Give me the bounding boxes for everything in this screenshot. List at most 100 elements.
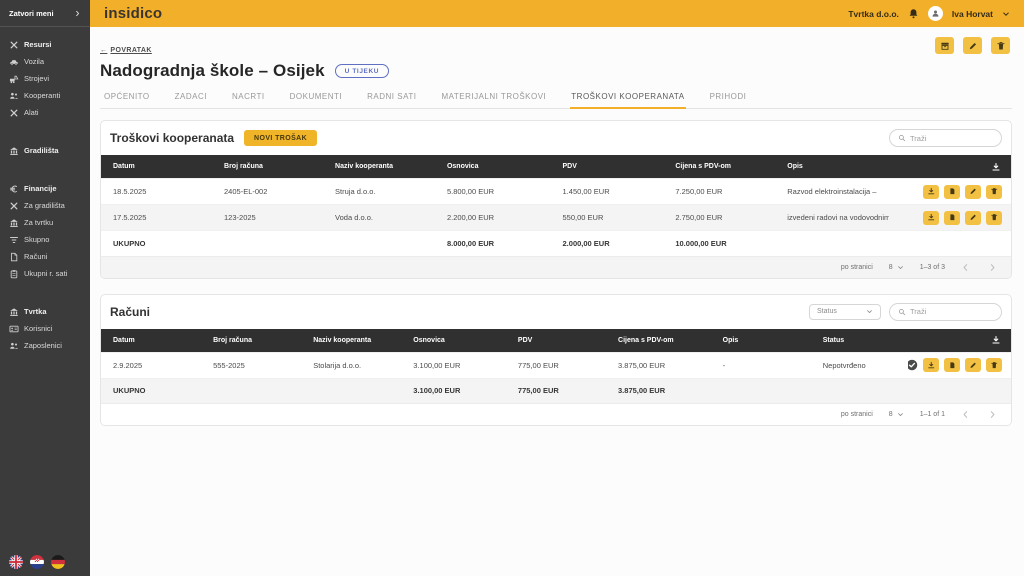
cell-cijena: 7.250,00 EUR (663, 179, 775, 205)
sidebar-item-vozila[interactable]: Vozila (0, 53, 90, 70)
close-menu-label: Zatvori meni (9, 9, 54, 18)
total-cijena: 10.000,00 EUR (663, 231, 775, 256)
total-row: UKUPNO 8.000,00 EUR 2.000,00 EUR 10.000,… (101, 231, 1011, 256)
edit-row-button[interactable] (965, 358, 981, 372)
sidebar-item-zaposlenici[interactable]: Zaposlenici (0, 337, 90, 354)
per-page-select[interactable]: 8 (889, 411, 904, 418)
tab-nacrti[interactable]: NACRTI (231, 88, 266, 109)
tab-zadaci[interactable]: ZADACI (174, 88, 208, 109)
cell-datum: 18.5.2025 (101, 179, 212, 205)
column-header: Broj računa (201, 329, 301, 353)
column-header: Cijena s PDV-om (606, 329, 711, 353)
column-header: Datum (101, 155, 212, 179)
machine-icon (9, 74, 19, 84)
costs-card-header: Troškovi kooperanata NOVI TROŠAK (101, 121, 1011, 155)
sidebar-item-label: Zaposlenici (24, 341, 62, 350)
sidebar-item-ukupni-r-sati[interactable]: Ukupni r. sati (0, 265, 90, 282)
tab-radni-sati[interactable]: RADNI SATI (366, 88, 417, 109)
tab-prihodi[interactable]: PRIHODI (709, 88, 748, 109)
next-page-icon[interactable] (988, 263, 997, 272)
sidebar-item-kooperanti[interactable]: Kooperanti (0, 87, 90, 104)
sidebar-item-skupno[interactable]: Skupno (0, 231, 90, 248)
sidebar-item-label: Financije (24, 184, 57, 193)
close-menu-button[interactable]: Zatvori meni (0, 0, 90, 27)
sidebar-item-alati[interactable]: Alati (0, 104, 90, 121)
export-download-icon[interactable] (991, 335, 1001, 345)
tab-dokumenti[interactable]: DOKUMENTI (289, 88, 344, 109)
previous-page-icon[interactable] (961, 263, 970, 272)
cell-datum: 2.9.2025 (101, 352, 201, 378)
status-filter-select[interactable]: Status (809, 304, 881, 320)
edit-row-button[interactable] (965, 185, 981, 199)
sidebar-group-gradilista: Gradilišta (0, 142, 90, 159)
download-row-button[interactable] (923, 211, 939, 225)
sidebar-item-financije[interactable]: Financije (0, 180, 90, 197)
costs-pagination: po stranici 8 1–3 of 3 (101, 256, 1011, 278)
sidebar-item-strojevi[interactable]: Strojevi (0, 70, 90, 87)
avatar[interactable] (928, 6, 943, 21)
sidebar-item-racuni[interactable]: Računi (0, 248, 90, 265)
sidebar-item-resursi[interactable]: Resursi (0, 36, 90, 53)
delete-row-button[interactable] (986, 185, 1002, 199)
costs-search-input[interactable] (910, 134, 993, 143)
column-header: Osnovica (401, 329, 506, 353)
delete-row-button[interactable] (986, 211, 1002, 225)
copy-row-button[interactable] (944, 358, 960, 372)
cell-naziv: Struja d.o.o. (323, 179, 435, 205)
delete-icon (990, 187, 999, 196)
page-title: Nadogradnja škole – Osijek (100, 61, 325, 81)
germany-flag[interactable] (51, 555, 65, 569)
app-window: Zatvori meni insidico Tvrtka d.o.o. Iva … (0, 0, 1024, 576)
back-arrow-icon: ← (100, 47, 107, 54)
invoices-table: Datum Broj računa Naziv kooperanta Osnov… (101, 329, 1011, 404)
cell-naziv: Stolarija d.o.o. (301, 352, 401, 378)
back-link[interactable]: ←POVRATAK (100, 47, 152, 54)
archive-project-button[interactable] (935, 37, 954, 54)
tab-materijalni-troskovi[interactable]: MATERIJALNI TROŠKOVI (440, 88, 547, 109)
user-menu-chevron-down-icon[interactable] (1002, 10, 1010, 18)
cell-osnovica: 2.200,00 EUR (435, 205, 551, 231)
previous-page-icon[interactable] (961, 410, 970, 419)
tab-opcenito[interactable]: OPĆENITO (103, 88, 151, 109)
total-row: UKUPNO 3.100,00 EUR 775,00 EUR 3.875,00 … (101, 378, 1011, 403)
copy-row-button[interactable] (944, 211, 960, 225)
sidebar-group-tvrtka: Tvrtka Korisnici Zaposlenici (0, 303, 90, 354)
invoices-search-input[interactable] (910, 307, 993, 316)
sidebar-item-gradilista[interactable]: Gradilišta (0, 142, 90, 159)
sidebar-item-za-tvrtku[interactable]: Za tvrtku (0, 214, 90, 231)
next-page-icon[interactable] (988, 410, 997, 419)
cell-broj-racuna: 123-2025 (212, 205, 323, 231)
status-badge: U TIJEKU (335, 64, 389, 78)
edit-row-button[interactable] (965, 211, 981, 225)
sidebar-item-tvrtka[interactable]: Tvrtka (0, 303, 90, 320)
chevron-right-icon (74, 10, 81, 17)
euro-icon (9, 184, 19, 194)
column-header: Broj računa (212, 155, 323, 179)
costs-search (889, 129, 1002, 147)
export-download-icon[interactable] (991, 162, 1001, 172)
delete-project-button[interactable] (991, 37, 1010, 54)
row-actions (920, 353, 1011, 378)
croatia-flag[interactable] (30, 555, 44, 569)
cell-pdv: 775,00 EUR (506, 352, 606, 378)
sidebar-item-korisnici[interactable]: Korisnici (0, 320, 90, 337)
sidebar-item-label: Računi (24, 252, 47, 261)
delete-row-button[interactable] (986, 358, 1002, 372)
new-cost-button[interactable]: NOVI TROŠAK (244, 130, 317, 146)
app-logo[interactable]: insidico (104, 5, 162, 22)
edit-project-button[interactable] (963, 37, 982, 54)
confirm-check-icon[interactable] (908, 359, 918, 371)
copy-row-button[interactable] (944, 185, 960, 199)
sidebar-item-za-gradilista[interactable]: Za gradilišta (0, 197, 90, 214)
tab-troskovi-kooperanata[interactable]: TROŠKOVI KOOPERANATA (570, 88, 685, 109)
row-actions (901, 179, 1011, 204)
download-row-button[interactable] (923, 358, 939, 372)
per-page-select[interactable]: 8 (889, 264, 904, 271)
sidebar-item-label: Tvrtka (24, 307, 47, 316)
sidebar-group-resursi: Resursi Vozila Strojevi Kooperanti Alati (0, 36, 90, 121)
download-row-button[interactable] (923, 185, 939, 199)
uk-flag[interactable] (9, 555, 23, 569)
download-icon (927, 187, 936, 196)
bell-icon[interactable] (908, 8, 919, 19)
filter-icon (9, 235, 19, 245)
